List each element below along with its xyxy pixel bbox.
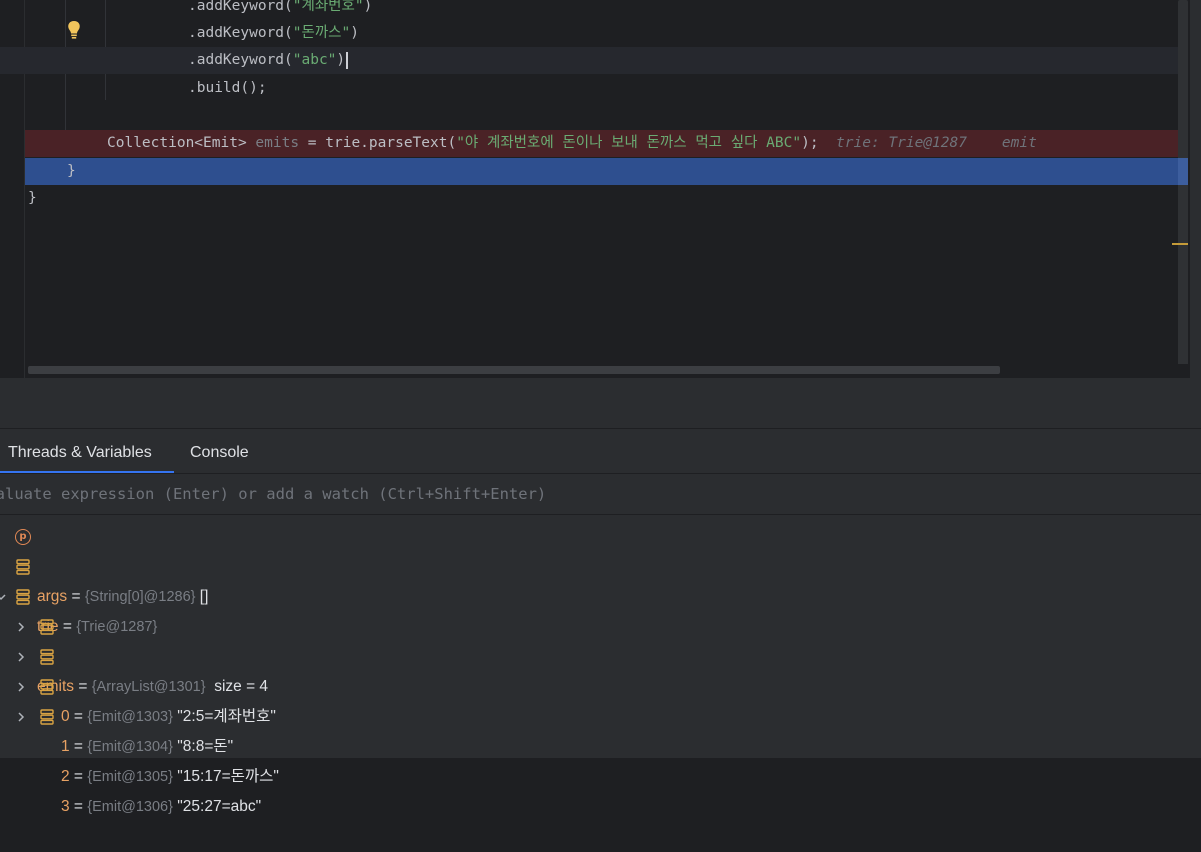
chevron-right-icon[interactable] xyxy=(15,651,27,663)
tab-label: Threads & Variables xyxy=(8,444,152,461)
field-icon xyxy=(16,589,30,605)
tab-threads-variables[interactable]: Threads & Variables xyxy=(0,429,174,473)
code-text: .build(); xyxy=(188,80,267,96)
text-caret xyxy=(346,51,349,69)
code-text: } xyxy=(67,163,76,179)
list-item[interactable]: 2 = {Emit@1305} "15:17=돈까스" xyxy=(0,672,1201,785)
evaluate-expression-input[interactable] xyxy=(0,474,1167,514)
chevron-down-icon[interactable] xyxy=(0,591,7,603)
field-icon xyxy=(40,619,54,635)
code-line: .build(); xyxy=(0,75,1188,102)
code-text: ) xyxy=(350,25,359,41)
element-value: "15:17=돈까스" xyxy=(172,768,279,785)
equals-sign: = xyxy=(69,738,88,755)
code-text: .addKeyword( xyxy=(188,25,293,41)
variable-row[interactable]: trie = {Trie@1287} xyxy=(0,552,1201,635)
inline-debug-hint: trie: Trie@1287 xyxy=(836,135,967,151)
code-line: } xyxy=(0,185,1188,212)
code-editor[interactable]: .addKeyword("계좌번호") .addKeyword("돈까스") .… xyxy=(0,0,1201,378)
tab-label: Console xyxy=(190,444,249,461)
field-icon xyxy=(40,679,54,695)
field-icon xyxy=(16,559,30,575)
element-type: {Emit@1305} xyxy=(87,769,173,785)
breakpoint-code-line: Collection<Emit> emits = trie.parseText(… xyxy=(25,130,1178,157)
variable-name: emits xyxy=(255,135,300,151)
current-code-line: .addKeyword("abc") xyxy=(0,47,1188,74)
code-line: .addKeyword("계좌번호") xyxy=(0,0,1188,20)
element-value: "8:8=돈" xyxy=(172,738,234,755)
inline-debug-hint: emit xyxy=(1001,135,1037,151)
chevron-right-icon[interactable] xyxy=(15,621,27,633)
element-value: "25:27=abc" xyxy=(172,798,262,815)
warning-marker[interactable] xyxy=(1172,243,1188,245)
code-text: .addKeyword( xyxy=(188,0,293,14)
debug-tabs: Threads & Variables Console xyxy=(0,429,1201,474)
element-type: {Emit@1306} xyxy=(87,799,173,815)
element-type: {Emit@1304} xyxy=(87,739,173,755)
parameter-icon: p xyxy=(15,529,31,545)
debug-toolbar xyxy=(0,378,1201,429)
code-text: ) xyxy=(363,0,373,14)
code-text: ) xyxy=(336,52,346,68)
code-text: ); xyxy=(801,135,819,151)
execution-marker xyxy=(1178,158,1188,185)
string-literal: "야 계좌번호에 돈이나 보내 돈까스 먹고 싶다 ABC" xyxy=(456,135,802,151)
list-item[interactable]: 3 = {Emit@1306} "25:27=abc" xyxy=(0,702,1201,815)
code-text: } xyxy=(28,190,37,206)
execution-point-line: } xyxy=(25,158,1178,185)
code-text: .addKeyword( xyxy=(188,52,293,68)
string-literal: "abc" xyxy=(292,52,337,68)
element-index: 3 xyxy=(61,798,70,815)
field-icon xyxy=(40,709,54,725)
equals-sign: = xyxy=(69,768,88,785)
code-text: = trie.parseText( xyxy=(299,135,457,151)
string-literal: "돈까스" xyxy=(292,25,351,41)
variable-row[interactable]: p args = {String[0]@1286} [] xyxy=(0,522,1201,605)
list-item[interactable]: 1 = {Emit@1304} "8:8=돈" xyxy=(0,642,1201,755)
code-text: Collection<Emit> xyxy=(107,135,256,151)
tab-console[interactable]: Console xyxy=(174,429,264,471)
horizontal-scrollbar-thumb[interactable] xyxy=(28,366,1000,374)
error-stripe xyxy=(1190,0,1201,378)
equals-sign: = xyxy=(69,798,88,815)
list-item[interactable]: 0 = {Emit@1303} "2:5=계좌번호" xyxy=(0,612,1201,725)
evaluate-expression-bar xyxy=(0,474,1201,515)
element-index: 1 xyxy=(61,738,70,755)
variable-row[interactable]: emits = {ArrayList@1301} size = 4 xyxy=(0,582,1201,695)
element-index: 2 xyxy=(61,768,70,785)
code-line: .addKeyword("돈까스") xyxy=(0,20,1188,47)
chevron-right-icon[interactable] xyxy=(15,711,27,723)
chevron-right-icon[interactable] xyxy=(15,681,27,693)
field-icon xyxy=(40,649,54,665)
string-literal: "계좌번호" xyxy=(292,0,364,14)
debug-panel: Threads & Variables Console p args = {St… xyxy=(0,378,1201,815)
